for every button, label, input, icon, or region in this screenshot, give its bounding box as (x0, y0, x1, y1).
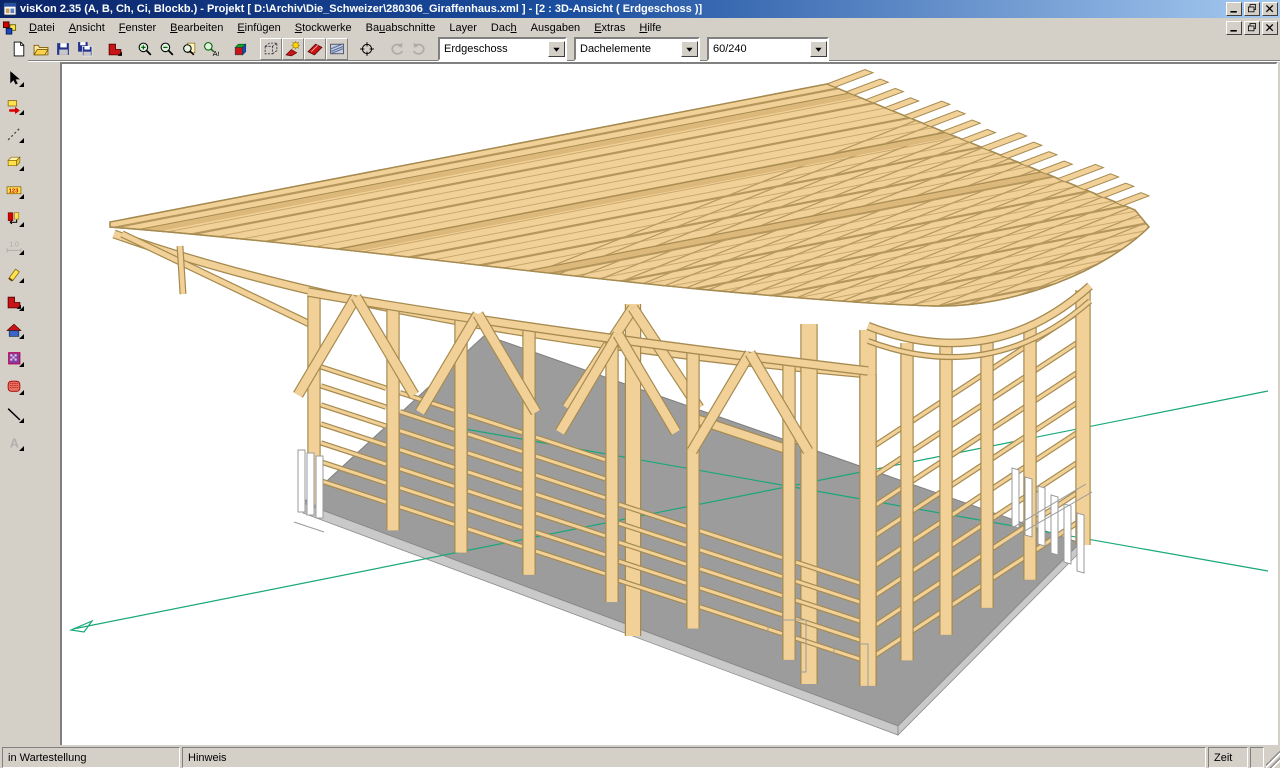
status-time-label: Zeit (1208, 747, 1248, 768)
move-beam-tool[interactable] (3, 206, 26, 229)
drawing-canvas (60, 62, 1278, 749)
menu-ansicht[interactable]: Ansicht (62, 19, 112, 37)
save-button[interactable] (52, 38, 74, 60)
section-combo[interactable]: 60/240 (707, 37, 829, 61)
wireframe-toggle[interactable] (260, 38, 282, 60)
redo-button[interactable] (408, 38, 430, 60)
roof-view-toggle[interactable] (304, 38, 326, 60)
roof-corner-tool[interactable] (3, 290, 26, 313)
measure-tool[interactable]: 123 (3, 178, 26, 201)
menu-dach[interactable]: Dach (484, 19, 524, 37)
window-title: visKon 2.35 (A, B, Ch, Ci, Blockb.) - Pr… (20, 3, 702, 15)
resize-grip[interactable] (1266, 747, 1280, 768)
timber-tool[interactable] (3, 150, 26, 173)
svg-text:1.0: 1.0 (9, 241, 19, 248)
storey-combo[interactable]: Erdgeschoss (438, 37, 567, 61)
zoom-out-button[interactable] (156, 38, 178, 60)
mdi-close-button[interactable] (1262, 21, 1278, 35)
menu-datei[interactable]: Datei (22, 19, 62, 37)
shaded-toggle[interactable] (282, 38, 304, 60)
section-combo-arrow[interactable] (810, 41, 827, 57)
title-bar: visKon 2.35 (A, B, Ch, Ci, Blockb.) - Pr… (0, 0, 1280, 18)
menu-hilfe[interactable]: Hilfe (632, 19, 668, 37)
status-hint: Hinweis (182, 747, 1206, 768)
line-tool[interactable] (3, 402, 26, 425)
storey-combo-arrow[interactable] (548, 41, 565, 57)
3d-viewport[interactable] (62, 64, 1272, 743)
close-button[interactable] (1262, 2, 1278, 16)
section-combo-value: 60/240 (709, 43, 810, 55)
panel-tool[interactable] (3, 346, 26, 369)
main-toolbar: AΩ Erdgeschoss Dachelemente 60/240 (0, 38, 1280, 61)
mdi-restore-button[interactable] (1244, 21, 1260, 35)
zoom-page-button[interactable] (178, 38, 200, 60)
element-combo-value: Dachelemente (576, 43, 681, 55)
zoom-text-button[interactable]: AΩ (200, 38, 222, 60)
insert-beam-tool[interactable] (3, 94, 26, 117)
mdi-minimize-button[interactable] (1226, 21, 1242, 35)
menu-fenster[interactable]: Fenster (112, 19, 163, 37)
storey-combo-value: Erdgeschoss (440, 43, 548, 55)
undo-button[interactable] (386, 38, 408, 60)
menu-layer[interactable]: Layer (442, 19, 484, 37)
restore-button[interactable] (1244, 2, 1260, 16)
text-tool[interactable]: A (3, 430, 26, 453)
status-bar: in Wartestellung Hinweis Zeit (0, 745, 1280, 768)
minimize-button[interactable] (1226, 2, 1242, 16)
menu-bar: DateiAnsichtFensterBearbeitenEinfügenSto… (0, 18, 1280, 38)
menu-bauabschnitte[interactable]: Bauabschnitte (359, 19, 443, 37)
center-view-button[interactable] (356, 38, 378, 60)
document-icon (2, 21, 18, 35)
app-icon (3, 2, 17, 16)
mdi-window-controls (1226, 21, 1278, 35)
menu-einfgen[interactable]: Einfügen (230, 19, 287, 37)
mesh-tool[interactable] (3, 374, 26, 397)
texture-toggle[interactable] (326, 38, 348, 60)
svg-text:AΩ: AΩ (213, 49, 219, 57)
save-all-button[interactable] (74, 38, 96, 60)
menu-bearbeiten[interactable]: Bearbeiten (163, 19, 230, 37)
tool-palette: 123 1.0 A (0, 60, 28, 745)
menu-stockwerke[interactable]: Stockwerke (288, 19, 359, 37)
open-file-button[interactable] (30, 38, 52, 60)
zoom-in-button[interactable] (134, 38, 156, 60)
menu-ausgaben[interactable]: Ausgaben (524, 19, 588, 37)
svg-text:123: 123 (9, 188, 20, 194)
menu-extras[interactable]: Extras (587, 19, 632, 37)
construction-line-tool[interactable] (3, 122, 26, 145)
view-3d-button[interactable] (230, 38, 252, 60)
new-file-button[interactable] (8, 38, 30, 60)
select-tool[interactable] (3, 66, 26, 89)
status-extra-panel (1250, 747, 1264, 768)
element-combo-arrow[interactable] (681, 41, 698, 57)
house-tool[interactable] (3, 318, 26, 341)
svg-text:A: A (10, 435, 19, 450)
roof-tool-button[interactable] (104, 38, 126, 60)
cut-tool[interactable] (3, 262, 26, 285)
status-mode: in Wartestellung (2, 747, 180, 768)
dimension-tool[interactable]: 1.0 (3, 234, 26, 257)
window-controls (1226, 2, 1278, 16)
element-combo[interactable]: Dachelemente (574, 37, 700, 61)
